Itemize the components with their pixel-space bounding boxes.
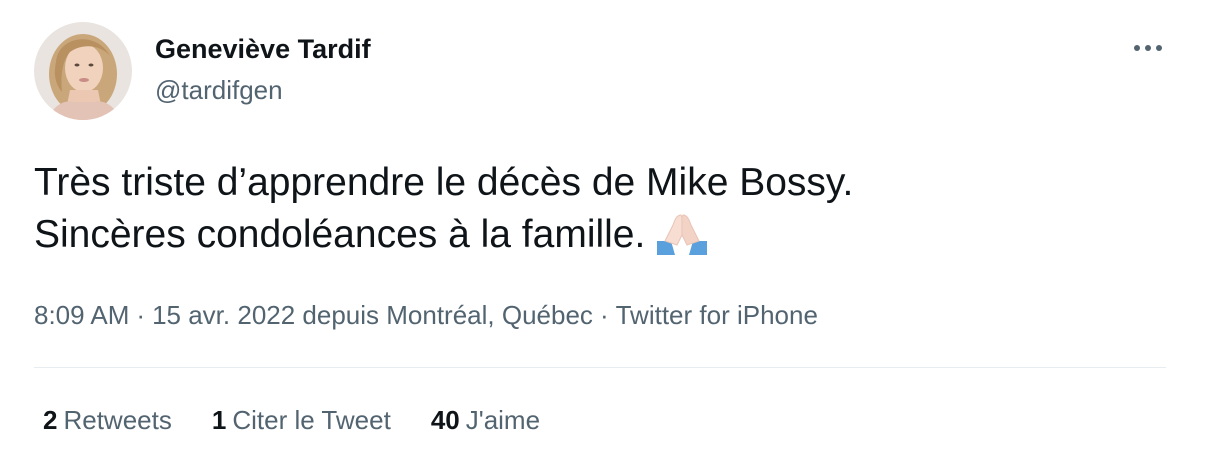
retweets-count: 2 [43,405,58,435]
likes-label: J'aime [465,405,541,435]
tweet-source[interactable]: Twitter for iPhone [616,300,818,330]
divider [34,367,1166,368]
folded-hands-icon [657,214,708,255]
tweet-date-location[interactable]: 15 avr. 2022 depuis Montréal, Québec [152,300,593,330]
quotes-label: Citer le Tweet [232,405,391,435]
tweet-card: Geneviève Tardif @tardifgen Très triste … [0,0,1210,466]
tweet-text-line-2: Sincères condoléances à la famille. [34,213,646,256]
tweet-text-line-1: Très triste d’apprendre le décès de Mike… [34,161,854,204]
quotes-count: 1 [211,405,227,435]
meta-separator: · [136,300,146,330]
likes-stat[interactable]: 40 J'aime [431,403,540,437]
tweet-metadata: 8:09 AM · 15 avr. 2022 depuis Montréal, Qu… [34,298,818,332]
tweet-time[interactable]: 8:09 AM [34,300,129,330]
more-options-button[interactable] [1128,33,1168,63]
tweet-text-line-2-wrap: Sincères condoléances à la famille. [34,209,1154,261]
likes-count: 40 [430,405,460,435]
author-handle[interactable]: @tardifgen [155,74,283,106]
avatar-image [34,22,132,120]
tweet-text: Très triste d’apprendre le décès de Mike… [34,157,1154,261]
tweet-stats: 2 Retweets 1 Citer le Tweet 40 J'aime [43,403,580,437]
quotes-stat[interactable]: 1 Citer le Tweet [212,403,391,437]
retweets-stat[interactable]: 2 Retweets [43,403,172,437]
author-name[interactable]: Geneviève Tardif [155,33,371,65]
avatar[interactable] [34,22,132,120]
more-horizontal-icon [1134,45,1162,51]
meta-separator: · [599,300,609,330]
retweets-label: Retweets [63,405,172,435]
